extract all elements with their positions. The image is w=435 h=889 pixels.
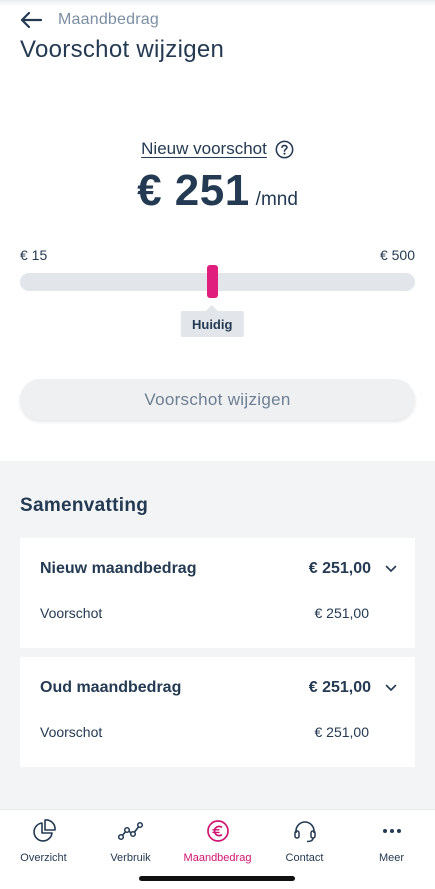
advance-amount: € 251 bbox=[137, 166, 250, 215]
current-value-marker: Huidig bbox=[180, 305, 244, 337]
summary-card-new: Nieuw maandbedrag € 251,00 Voorschot € 2… bbox=[20, 538, 415, 648]
chevron-down-icon[interactable] bbox=[385, 684, 397, 692]
summary-row-value: € 251,00 bbox=[314, 605, 370, 621]
summary-card-old: Oud maandbedrag € 251,00 Voorschot € 251… bbox=[20, 657, 415, 767]
advance-unit: /mnd bbox=[255, 189, 298, 210]
home-indicator bbox=[139, 876, 295, 881]
summary-row-label: Voorschot bbox=[40, 605, 103, 621]
euro-icon bbox=[206, 820, 229, 842]
chevron-down-icon[interactable] bbox=[385, 565, 397, 573]
summary-row-label: Voorschot bbox=[40, 724, 103, 740]
slider-max-label: € 500 bbox=[379, 247, 415, 263]
summary-section: Samenvatting Nieuw maandbedrag € 251,00 … bbox=[0, 461, 435, 809]
headset-icon bbox=[293, 821, 316, 843]
help-icon[interactable] bbox=[275, 140, 294, 159]
nav-item-meer[interactable]: Meer bbox=[348, 810, 435, 889]
new-advance-label[interactable]: Nieuw voorschot bbox=[141, 139, 267, 159]
nav-label: Verbruik bbox=[110, 852, 151, 864]
slider-min-label: € 15 bbox=[20, 247, 48, 263]
pie-chart-icon bbox=[32, 819, 56, 842]
summary-card-row: Voorschot € 251,00 bbox=[40, 605, 369, 621]
nav-label: Maandbedrag bbox=[183, 852, 252, 864]
change-advance-button[interactable]: Voorschot wijzigen bbox=[20, 379, 415, 420]
summary-card-row: Voorschot € 251,00 bbox=[40, 724, 369, 740]
summary-card-title: Nieuw maandbedrag bbox=[40, 560, 197, 577]
nav-label: Meer bbox=[378, 852, 405, 864]
breadcrumb: Maandbedrag bbox=[58, 11, 159, 28]
status-bar-shade bbox=[0, 0, 435, 6]
header-nav: Maandbedrag bbox=[20, 8, 159, 32]
summary-card-amount: € 251,00 bbox=[308, 560, 371, 577]
summary-title: Samenvatting bbox=[20, 495, 149, 516]
more-dots-icon bbox=[382, 829, 401, 833]
summary-card-title: Oud maandbedrag bbox=[40, 679, 182, 696]
back-arrow-icon[interactable] bbox=[20, 10, 42, 30]
summary-card-header[interactable]: Nieuw maandbedrag € 251,00 bbox=[40, 560, 397, 578]
advance-slider-thumb[interactable] bbox=[206, 265, 218, 298]
nav-label: Overzicht bbox=[20, 852, 67, 864]
advance-amount-row: € 251 /mnd bbox=[0, 166, 435, 216]
summary-row-value: € 251,00 bbox=[314, 724, 370, 740]
usage-graph-icon bbox=[117, 821, 143, 841]
page-title: Voorschot wijzigen bbox=[20, 36, 225, 63]
summary-card-header[interactable]: Oud maandbedrag € 251,00 bbox=[40, 679, 397, 697]
summary-card-amount: € 251,00 bbox=[308, 679, 371, 696]
nav-label: Contact bbox=[285, 852, 324, 864]
new-advance-label-row: Nieuw voorschot bbox=[0, 139, 435, 159]
nav-item-overzicht[interactable]: Overzicht bbox=[0, 810, 87, 889]
